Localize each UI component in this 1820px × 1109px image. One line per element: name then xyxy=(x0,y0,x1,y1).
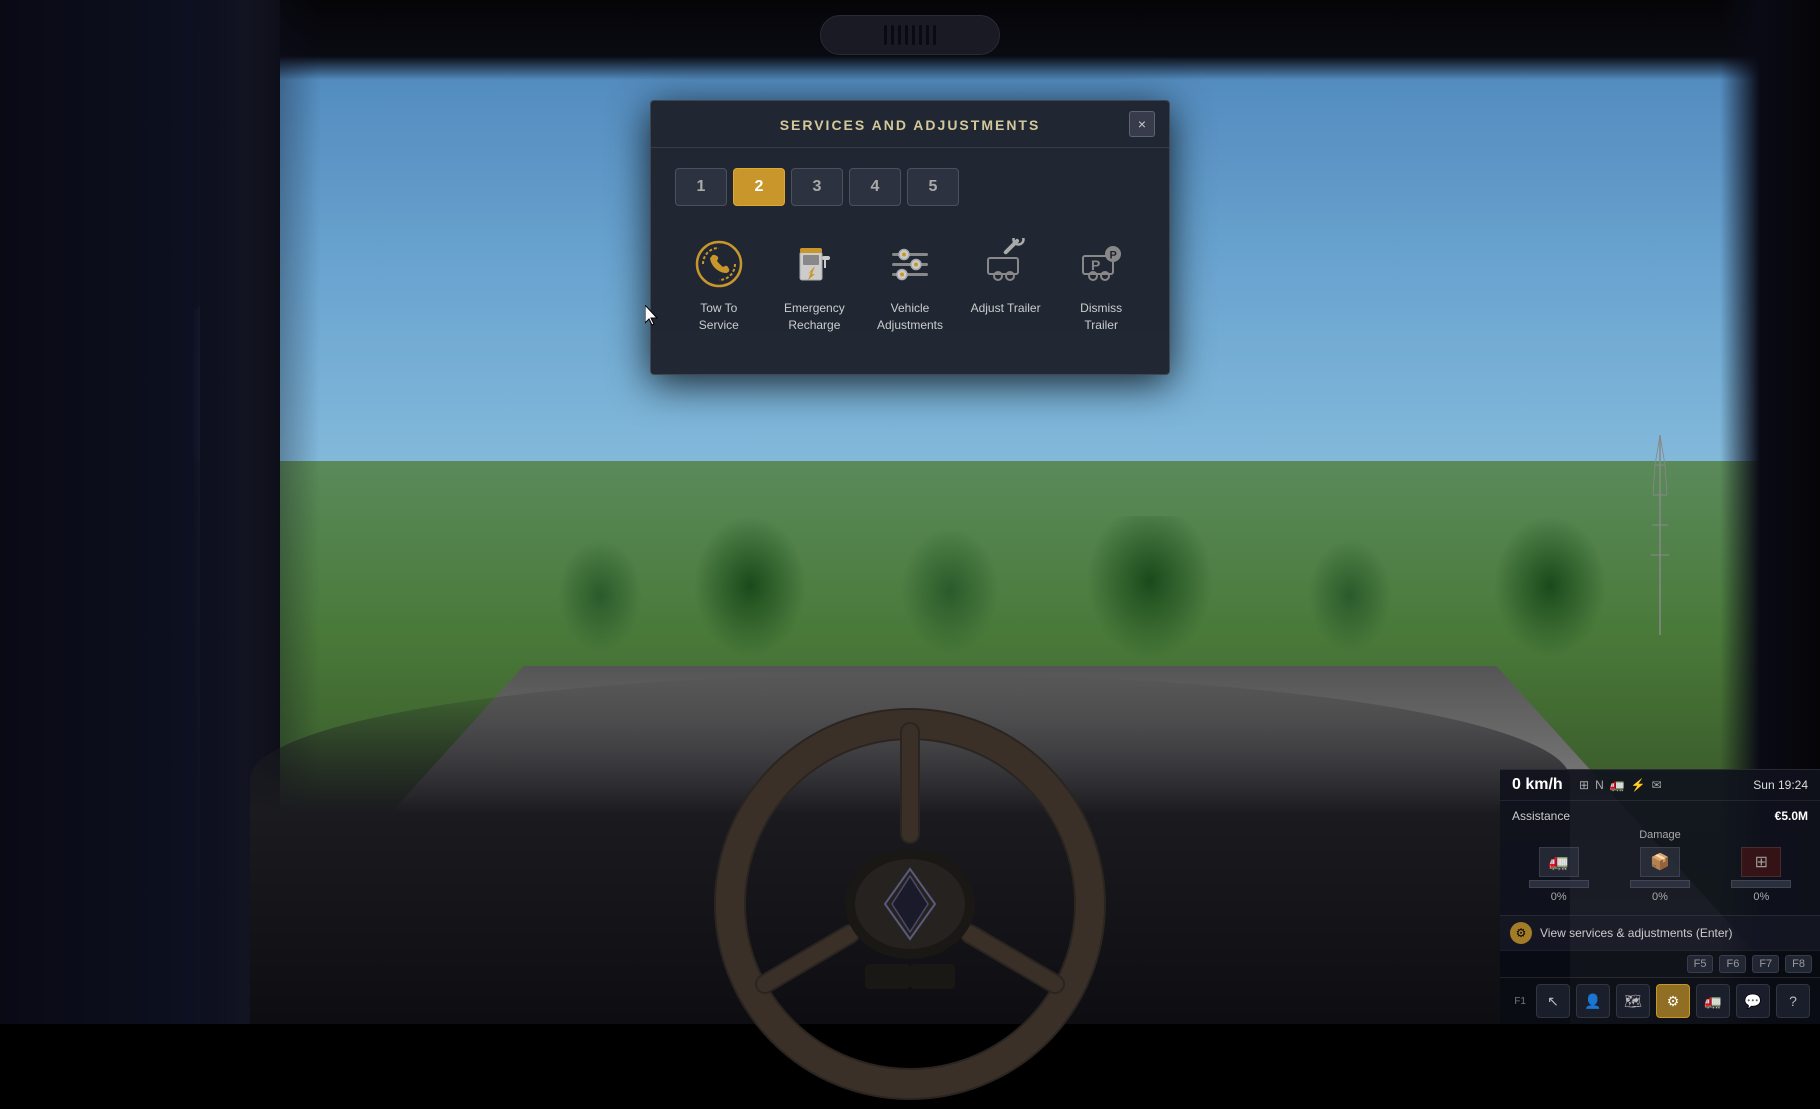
adjust-trailer-label: Adjust Trailer xyxy=(971,300,1041,317)
gear-button[interactable]: ⚙ xyxy=(1656,984,1690,1018)
emergency-recharge-item[interactable]: Emergency Recharge xyxy=(771,226,859,346)
cargo-damage: 📦 0% xyxy=(1630,847,1690,903)
speaker xyxy=(820,15,1000,55)
close-icon: × xyxy=(1138,116,1146,132)
trailer-damage: ⊞ 0% xyxy=(1731,847,1791,903)
tab-1[interactable]: 1 xyxy=(675,168,727,206)
svg-text:P: P xyxy=(1110,250,1117,262)
services-modal: SERVICES AND ADJUSTMENTS × 1 2 3 4 5 xyxy=(650,100,1170,375)
adjust-trailer-icon xyxy=(980,238,1032,290)
hud-assist-damage: Assistance €5.0M Damage 🚛 0% 📦 0% xyxy=(1500,800,1820,915)
speaker-hole xyxy=(905,25,908,45)
damage-title: Damage xyxy=(1512,829,1808,841)
speaker-hole xyxy=(898,25,901,45)
svg-text:P: P xyxy=(1091,257,1100,273)
time-display: Sun 19:24 xyxy=(1753,778,1808,792)
adjust-trailer-item[interactable]: Adjust Trailer xyxy=(962,226,1050,346)
damage-icons: 🚛 0% 📦 0% ⊞ 0% xyxy=(1512,847,1808,903)
emergency-recharge-label: Emergency Recharge xyxy=(784,300,845,334)
fkey-f6[interactable]: F6 xyxy=(1719,955,1746,973)
dashboard xyxy=(250,674,1570,1024)
modal-body: 1 2 3 4 5 xyxy=(651,148,1169,374)
direction-icon: ⊞ xyxy=(1579,778,1589,792)
steering-wheel xyxy=(710,704,1110,1104)
truck-icon: 🚛 xyxy=(1610,778,1625,792)
cargo-damage-icon: 📦 xyxy=(1640,847,1680,877)
cursor-button[interactable]: ↖ xyxy=(1536,984,1570,1018)
tower xyxy=(1650,435,1670,635)
cargo-damage-pct: 0% xyxy=(1652,891,1668,903)
map-button[interactable]: 🗺 xyxy=(1616,984,1650,1018)
tab-3[interactable]: 3 xyxy=(791,168,843,206)
speaker-hole xyxy=(933,25,936,45)
mail-icon: ✉ xyxy=(1652,778,1662,792)
dismiss-trailer-icon: P P xyxy=(1075,238,1127,290)
tow-to-service-item[interactable]: Tow To Service xyxy=(675,226,763,346)
fkey-bar: F5 F6 F7 F8 xyxy=(1500,950,1820,977)
dismiss-trailer-label: Dismiss Trailer xyxy=(1080,300,1122,334)
trailer-damage-icon: ⊞ xyxy=(1741,847,1781,877)
hud-panel: 0 km/h ⊞ N 🚛 ⚡ ✉ Sun 19:24 Assistance €5… xyxy=(1500,769,1820,1024)
vehicle-adjustments-label: Vehicle Adjustments xyxy=(877,300,943,334)
vehicle-adjustments-icon xyxy=(884,238,936,290)
cargo-damage-bar xyxy=(1630,880,1690,888)
fkey-f5[interactable]: F5 xyxy=(1687,955,1714,973)
dismiss-trailer-item[interactable]: P P Dismiss Trailer xyxy=(1057,226,1145,346)
truck-button[interactable]: 🚛 xyxy=(1696,984,1730,1018)
speaker-hole xyxy=(919,25,922,45)
trailer-damage-pct: 0% xyxy=(1753,891,1769,903)
tow-to-service-icon xyxy=(693,238,745,290)
trees xyxy=(250,516,1820,666)
hud-status-icons: ⊞ N 🚛 ⚡ ✉ xyxy=(1579,778,1662,792)
view-services-bar[interactable]: ⚙ View services & adjustments (Enter) xyxy=(1500,915,1820,950)
direction-letter: N xyxy=(1595,778,1604,792)
lightning-icon: ⚡ xyxy=(1631,778,1646,792)
speaker-hole xyxy=(926,25,929,45)
assistance-label: Assistance xyxy=(1512,809,1570,823)
modal-header: SERVICES AND ADJUSTMENTS × xyxy=(651,101,1169,148)
truck-damage-bar xyxy=(1529,880,1589,888)
person-button[interactable]: 👤 xyxy=(1576,984,1610,1018)
services-label: View services & adjustments (Enter) xyxy=(1540,926,1733,940)
hud-info-bar: 0 km/h ⊞ N 🚛 ⚡ ✉ Sun 19:24 xyxy=(1500,769,1820,800)
speed-display: 0 km/h xyxy=(1512,776,1567,794)
modal-close-button[interactable]: × xyxy=(1129,111,1155,137)
assistance-row: Assistance €5.0M xyxy=(1512,809,1808,823)
trailer-damage-bar xyxy=(1731,880,1791,888)
vehicle-adjustments-item[interactable]: Vehicle Adjustments xyxy=(866,226,954,346)
speaker-hole xyxy=(912,25,915,45)
fkey-f7[interactable]: F7 xyxy=(1752,955,1779,973)
speaker-hole xyxy=(884,25,887,45)
f1-label: F1 xyxy=(1510,994,1530,1009)
truck-damage: 🚛 0% xyxy=(1529,847,1589,903)
speaker-hole xyxy=(891,25,894,45)
tow-to-service-label: Tow To Service xyxy=(699,300,739,334)
services-gear-icon: ⚙ xyxy=(1510,922,1532,944)
icon-toolbar: F1 ↖ 👤 🗺 ⚙ 🚛 💬 ? xyxy=(1500,977,1820,1024)
emergency-recharge-icon xyxy=(788,238,840,290)
help-button[interactable]: ? xyxy=(1776,984,1810,1018)
service-tabs: 1 2 3 4 5 xyxy=(675,168,1145,206)
assistance-value: €5.0M xyxy=(1775,809,1808,823)
tab-2[interactable]: 2 xyxy=(733,168,785,206)
modal-title: SERVICES AND ADJUSTMENTS xyxy=(780,117,1041,133)
truck-damage-pct: 0% xyxy=(1551,891,1567,903)
tab-5[interactable]: 5 xyxy=(907,168,959,206)
fkey-f8[interactable]: F8 xyxy=(1785,955,1812,973)
truck-damage-icon: 🚛 xyxy=(1539,847,1579,877)
tab-4[interactable]: 4 xyxy=(849,168,901,206)
services-grid: Tow To Service xyxy=(675,226,1145,346)
chat-button[interactable]: 💬 xyxy=(1736,984,1770,1018)
